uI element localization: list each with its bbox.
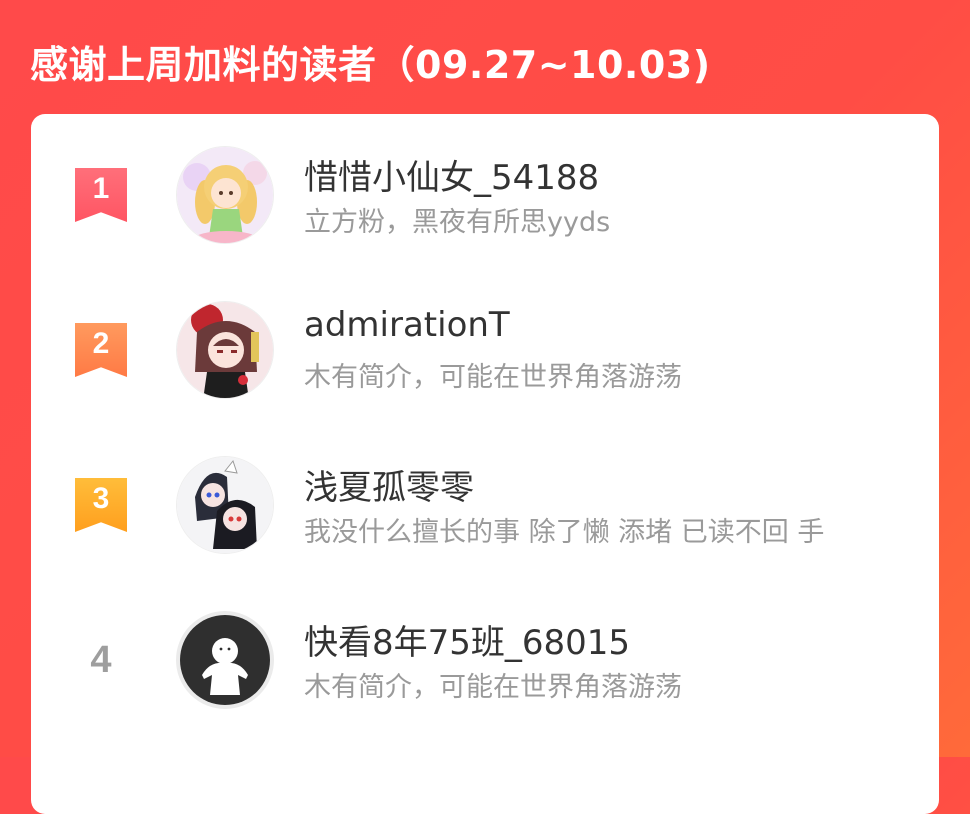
rank-badge-icon: 2 <box>75 323 127 377</box>
list-item[interactable]: 4 快看8年75班_68015 木有简介，可能在世界角落游荡 <box>31 611 939 721</box>
avatar[interactable] <box>176 146 274 244</box>
rank-number: 1 <box>92 172 110 205</box>
default-user-icon <box>180 615 270 705</box>
reader-bio: 我没什么擅长的事 除了懒 添堵 已读不回 手 <box>304 517 825 548</box>
list-item[interactable]: 1 惜惜小仙女_54188 立方粉，黑夜有所思yyds <box>31 146 939 256</box>
list-item[interactable]: 3 浅夏孤零零 我没什么擅长的事 除了懒 添堵 已读不回 手 <box>31 456 939 566</box>
reader-name[interactable]: 惜惜小仙女_54188 <box>304 150 599 199</box>
reader-name[interactable]: 快看8年75班_68015 <box>304 615 630 664</box>
avatar[interactable] <box>176 301 274 399</box>
reader-bio: 木有简介，可能在世界角落游荡 <box>304 672 682 703</box>
rank-number: 3 <box>92 482 110 515</box>
rank-badge-icon: 1 <box>75 168 127 222</box>
avatar[interactable] <box>176 611 274 709</box>
reader-list-card: 1 惜惜小仙女_54188 立方粉，黑夜有所思yyds 2 admiration… <box>31 114 939 814</box>
rank-number: 2 <box>92 327 110 360</box>
list-item[interactable]: 2 admirationT 木有简介，可能在世界角落游荡 <box>31 301 939 411</box>
rank-number: 4 <box>90 639 112 681</box>
reader-name[interactable]: 浅夏孤零零 <box>304 460 474 509</box>
reader-bio: 木有简介，可能在世界角落游荡 <box>304 362 682 393</box>
avatar[interactable] <box>176 456 274 554</box>
reader-name[interactable]: admirationT <box>304 305 510 345</box>
page-title: 感谢上周加料的读者（09.27~10.03) <box>30 43 711 87</box>
reader-bio: 立方粉，黑夜有所思yyds <box>304 207 611 238</box>
rank-badge-icon: 3 <box>75 478 127 532</box>
